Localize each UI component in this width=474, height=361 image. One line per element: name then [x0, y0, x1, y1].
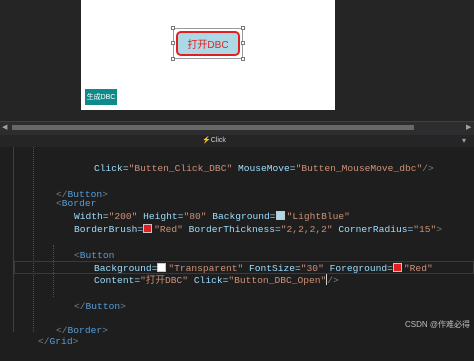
lightning-icon: ⚡ — [202, 137, 211, 144]
resize-handle-bottom-left[interactable] — [171, 57, 175, 61]
resize-handle-bottom-right[interactable] — [241, 57, 245, 61]
designer-surface: 打开DBC 生成DBC — [0, 0, 474, 121]
xaml-code-editor[interactable]: Click="Butten_Click_DBC" MouseMove="Butt… — [0, 147, 474, 347]
resize-handle-right[interactable] — [241, 41, 245, 45]
code-line-8: Content="打开DBC" Click="Button_DBC_Open"/… — [94, 274, 339, 286]
code-line-9: </Button> — [74, 301, 126, 312]
open-dbc-button[interactable]: 打开DBC — [176, 31, 240, 56]
event-indicator: ⚡Click — [202, 137, 226, 144]
resize-handle-top-left[interactable] — [171, 26, 175, 30]
horizontal-scrollbar[interactable]: ◀ ▶ — [0, 121, 474, 135]
scroll-right-icon[interactable]: ▶ — [466, 124, 471, 132]
generate-dbc-button[interactable]: 生成DBC — [85, 89, 117, 105]
red-color-swatch — [143, 224, 153, 233]
code-line-11: </Grid> — [38, 336, 79, 347]
chevron-down-icon[interactable]: ▾ — [462, 136, 466, 146]
code-line-5: BorderBrush= "Red" BorderThickness="2,2,2… — [74, 224, 443, 235]
code-line-3: <Border — [56, 198, 97, 209]
fold-margin — [13, 147, 14, 332]
code-line-1: Click="Butten_Click_DBC" MouseMove="Butt… — [94, 163, 434, 174]
scrollbar-thumb[interactable] — [12, 125, 414, 130]
red-color-swatch — [392, 263, 402, 272]
code-line-6: <Button — [74, 250, 115, 261]
scroll-left-icon[interactable]: ◀ — [2, 124, 7, 132]
watermark: CSDN @作难必得 — [404, 320, 470, 329]
code-line-4: Width="200" Height="80" Background= "Ligh… — [74, 211, 350, 222]
resize-handle-left[interactable] — [171, 41, 175, 45]
resize-handle-top-right[interactable] — [241, 26, 245, 30]
